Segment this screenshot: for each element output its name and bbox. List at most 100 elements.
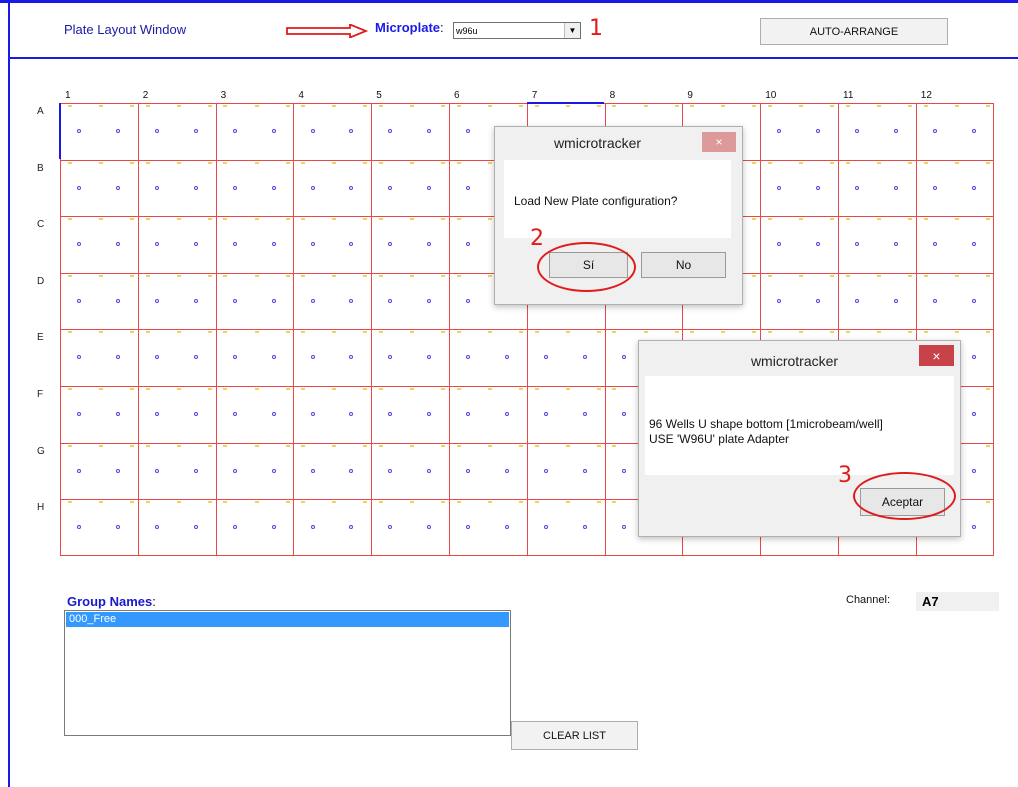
well-E6[interactable]: [505, 355, 509, 359]
well-E4[interactable]: [349, 355, 353, 359]
well-B5[interactable]: [388, 186, 392, 190]
well-E2[interactable]: [194, 355, 198, 359]
well-D10[interactable]: [777, 299, 781, 303]
well-A1[interactable]: [77, 129, 81, 133]
well-C2[interactable]: [194, 242, 198, 246]
well-E3[interactable]: [233, 355, 237, 359]
well-D11[interactable]: [894, 299, 898, 303]
well-A10[interactable]: [777, 129, 781, 133]
well-C4[interactable]: [349, 242, 353, 246]
well-C1[interactable]: [77, 242, 81, 246]
well-C10[interactable]: [816, 242, 820, 246]
well-F12[interactable]: [972, 412, 976, 416]
well-A4[interactable]: [349, 129, 353, 133]
well-B1[interactable]: [77, 186, 81, 190]
well-H2[interactable]: [194, 525, 198, 529]
well-G12[interactable]: [972, 469, 976, 473]
well-H5[interactable]: [388, 525, 392, 529]
clear-list-button[interactable]: CLEAR LIST: [511, 721, 638, 750]
well-A5[interactable]: [427, 129, 431, 133]
well-D5[interactable]: [388, 299, 392, 303]
well-H4[interactable]: [349, 525, 353, 529]
well-B4[interactable]: [349, 186, 353, 190]
well-D2[interactable]: [194, 299, 198, 303]
well-C11[interactable]: [894, 242, 898, 246]
well-C11[interactable]: [855, 242, 859, 246]
list-item[interactable]: 000_Free: [66, 612, 509, 627]
well-E3[interactable]: [272, 355, 276, 359]
well-E5[interactable]: [388, 355, 392, 359]
well-G8[interactable]: [622, 469, 626, 473]
well-D5[interactable]: [427, 299, 431, 303]
well-B2[interactable]: [194, 186, 198, 190]
well-D1[interactable]: [77, 299, 81, 303]
well-B1[interactable]: [116, 186, 120, 190]
well-A11[interactable]: [855, 129, 859, 133]
well-G6[interactable]: [505, 469, 509, 473]
well-A4[interactable]: [311, 129, 315, 133]
well-E12[interactable]: [972, 355, 976, 359]
well-C6[interactable]: [466, 242, 470, 246]
well-C12[interactable]: [972, 242, 976, 246]
well-H7[interactable]: [583, 525, 587, 529]
well-H2[interactable]: [155, 525, 159, 529]
well-E8[interactable]: [622, 355, 626, 359]
well-G3[interactable]: [272, 469, 276, 473]
well-E1[interactable]: [116, 355, 120, 359]
well-F7[interactable]: [583, 412, 587, 416]
well-D3[interactable]: [233, 299, 237, 303]
well-B10[interactable]: [816, 186, 820, 190]
well-E4[interactable]: [311, 355, 315, 359]
well-C1[interactable]: [116, 242, 120, 246]
close-icon[interactable]: ×: [702, 132, 736, 152]
well-C2[interactable]: [155, 242, 159, 246]
well-A5[interactable]: [388, 129, 392, 133]
well-F3[interactable]: [233, 412, 237, 416]
no-button[interactable]: No: [641, 252, 726, 278]
well-F6[interactable]: [505, 412, 509, 416]
well-G2[interactable]: [194, 469, 198, 473]
well-C5[interactable]: [427, 242, 431, 246]
well-D4[interactable]: [349, 299, 353, 303]
well-F3[interactable]: [272, 412, 276, 416]
well-E7[interactable]: [544, 355, 548, 359]
well-G4[interactable]: [349, 469, 353, 473]
well-A12[interactable]: [933, 129, 937, 133]
well-H7[interactable]: [544, 525, 548, 529]
well-B10[interactable]: [777, 186, 781, 190]
well-G5[interactable]: [427, 469, 431, 473]
well-G6[interactable]: [466, 469, 470, 473]
well-C4[interactable]: [311, 242, 315, 246]
well-F5[interactable]: [427, 412, 431, 416]
well-F1[interactable]: [116, 412, 120, 416]
well-A10[interactable]: [816, 129, 820, 133]
well-F8[interactable]: [622, 412, 626, 416]
well-H8[interactable]: [622, 525, 626, 529]
well-E6[interactable]: [466, 355, 470, 359]
well-B2[interactable]: [155, 186, 159, 190]
well-F4[interactable]: [311, 412, 315, 416]
well-B12[interactable]: [933, 186, 937, 190]
well-F5[interactable]: [388, 412, 392, 416]
well-F4[interactable]: [349, 412, 353, 416]
well-F2[interactable]: [194, 412, 198, 416]
well-H3[interactable]: [233, 525, 237, 529]
well-H1[interactable]: [116, 525, 120, 529]
well-B3[interactable]: [272, 186, 276, 190]
well-F7[interactable]: [544, 412, 548, 416]
well-C5[interactable]: [388, 242, 392, 246]
well-A2[interactable]: [194, 129, 198, 133]
well-A6[interactable]: [466, 129, 470, 133]
well-A2[interactable]: [155, 129, 159, 133]
well-D12[interactable]: [972, 299, 976, 303]
well-A12[interactable]: [972, 129, 976, 133]
auto-arrange-button[interactable]: AUTO-ARRANGE: [760, 18, 948, 45]
well-A3[interactable]: [272, 129, 276, 133]
well-D6[interactable]: [466, 299, 470, 303]
well-H1[interactable]: [77, 525, 81, 529]
well-G2[interactable]: [155, 469, 159, 473]
well-H6[interactable]: [466, 525, 470, 529]
well-D1[interactable]: [116, 299, 120, 303]
well-A11[interactable]: [894, 129, 898, 133]
well-D3[interactable]: [272, 299, 276, 303]
